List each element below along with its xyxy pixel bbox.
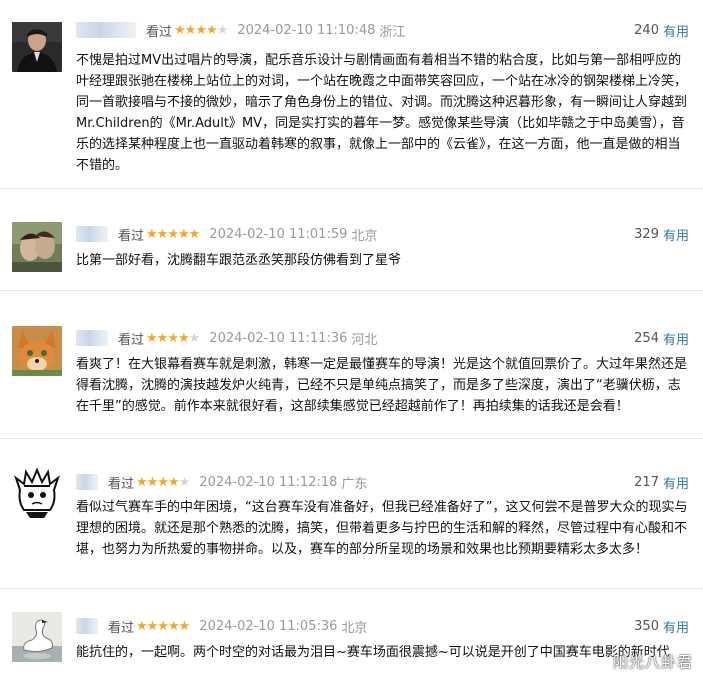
username[interactable]: 用户 xyxy=(76,226,108,242)
comment-location: 河北 xyxy=(351,332,378,348)
useful-button[interactable]: 有用 xyxy=(663,617,689,636)
watermark: 阳光八卦君 xyxy=(612,653,693,671)
vote-count: 350 xyxy=(634,618,659,634)
useful-button[interactable]: 有用 xyxy=(663,473,689,492)
rating-stars: ★★★★★ xyxy=(146,226,200,242)
divider xyxy=(0,438,703,439)
rating-stars: ★★★★★ xyxy=(136,618,190,634)
vote-area: 254 有用 xyxy=(634,328,689,348)
comment-time: 2024-02-10 11:05:36 xyxy=(199,618,338,634)
comment-location: 北京 xyxy=(351,228,378,244)
vote-count: 217 xyxy=(634,474,659,490)
comment-meta: 用户 看过 ★★★★★ 2024-02-10 11:11:36 河北 xyxy=(76,328,377,348)
vote-area: 240 有用 xyxy=(634,20,689,40)
comment-content: 能抗住的，一起啊。两个时空的对话最为泪目~赛车场面很震撼~可以说是开创了中国赛车… xyxy=(76,645,670,660)
comment-meta: 用户 看过 ★★★★★ 2024-02-10 11:10:48 浙江 xyxy=(76,20,405,40)
useful-button[interactable]: 有用 xyxy=(663,21,689,40)
comment-time: 2024-02-10 11:01:59 xyxy=(209,226,348,242)
rating-stars: ★★★★★ xyxy=(174,22,228,38)
comment-time: 2024-02-10 11:11:36 xyxy=(209,330,348,346)
comment-meta: 用户 看过 ★★★★★ 2024-02-10 11:01:59 北京 xyxy=(76,224,377,244)
vote-area: 329 有用 xyxy=(634,224,689,244)
avatar[interactable] xyxy=(12,468,62,518)
comment-meta: 用户 看过 ★★★★★ 2024-02-10 11:05:36 北京 xyxy=(76,616,367,636)
watched-status: 看过 xyxy=(118,228,145,244)
comment-content: 看爽了！在大银幕看赛车就是刺激，韩寒一定是最懂赛车的导演！光是这个就值回票价了。… xyxy=(76,357,688,414)
divider xyxy=(0,588,703,589)
avatar[interactable] xyxy=(12,326,62,376)
rating-stars: ★★★★★ xyxy=(136,474,190,490)
vote-area: 217 有用 xyxy=(634,472,689,492)
comment-content: 不愧是拍过MV出过唱片的导演，配乐音乐设计与剧情画面有着相当不错的粘合度，比如与… xyxy=(76,53,688,173)
useful-button[interactable]: 有用 xyxy=(663,225,689,244)
watched-status: 看过 xyxy=(146,24,173,40)
divider xyxy=(0,188,703,189)
username[interactable]: 用户 xyxy=(76,474,98,490)
vote-area: 350 有用 xyxy=(634,616,689,636)
watched-status: 看过 xyxy=(118,332,145,348)
comment-meta: 用户 看过 ★★★★★ 2024-02-10 11:12:18 广东 xyxy=(76,472,367,492)
avatar[interactable] xyxy=(12,222,62,272)
comment-location: 北京 xyxy=(341,620,368,636)
rating-stars: ★★★★★ xyxy=(146,330,200,346)
avatar[interactable] xyxy=(12,612,62,662)
comment-content: 比第一部好看，沈腾翻车跟范丞丞笑那段仿佛看到了星爷 xyxy=(76,253,402,268)
comment-content: 看似过气赛车手的中年困境，“这台赛车没有准备好，但我已经准备好了”，这又何尝不是… xyxy=(76,500,688,557)
comment-time: 2024-02-10 11:10:48 xyxy=(237,22,376,38)
comment-location: 浙江 xyxy=(379,24,406,40)
avatar[interactable] xyxy=(12,22,62,72)
watched-status: 看过 xyxy=(108,476,135,492)
divider xyxy=(0,290,703,291)
comment-time: 2024-02-10 11:12:18 xyxy=(199,474,338,490)
username[interactable]: 用户 xyxy=(76,330,108,346)
vote-count: 240 xyxy=(634,22,659,38)
watched-status: 看过 xyxy=(108,620,135,636)
username[interactable]: 用户 xyxy=(76,22,136,38)
vote-count: 254 xyxy=(634,330,659,346)
username[interactable]: 用户 xyxy=(76,618,98,634)
vote-count: 329 xyxy=(634,226,659,242)
useful-button[interactable]: 有用 xyxy=(663,329,689,348)
comment-location: 广东 xyxy=(341,476,368,492)
